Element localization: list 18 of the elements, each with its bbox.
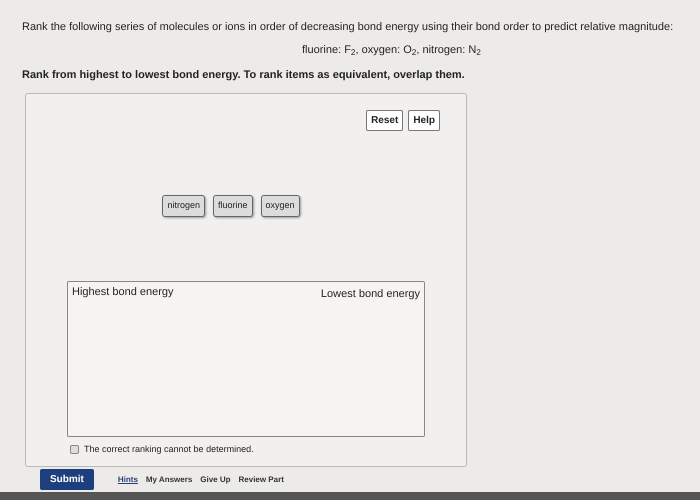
ranking-item-tile[interactable]: fluorine xyxy=(212,195,253,216)
footer-action-link[interactable]: Review Part xyxy=(238,474,284,486)
lowest-label: Lowest bond energy xyxy=(320,286,420,302)
ranking-drop-zone[interactable]: Highest bond energy Lowest bond energy xyxy=(67,280,425,436)
hints-link[interactable]: Hints xyxy=(118,474,138,486)
help-button[interactable]: Help xyxy=(408,110,440,131)
question-prompt: Rank the following series of molecules or ions in order of decreasing bond energy using their bond order to predict relative magnitude: xyxy=(22,20,674,34)
ranking-item-tile[interactable]: nitrogen xyxy=(162,195,205,216)
formula-text: fluorine: F$_{2}$, oxygen: O$_{2}$, nitrogen: N$_{2}$ xyxy=(302,43,482,58)
reset-button[interactable]: Reset xyxy=(366,110,404,131)
cannot-determine-checkbox[interactable] xyxy=(70,444,79,454)
footer-action-link[interactable]: Give Up xyxy=(200,474,231,486)
submit-button[interactable]: Submit xyxy=(40,469,94,490)
cannot-determine-label: The correct ranking cannot be determined. xyxy=(84,442,254,456)
ranking-item-tile[interactable]: oxygen xyxy=(260,195,300,216)
ranking-instruction: Rank from highest to lowest bond energy. To rank items as equivalent, overlap them. xyxy=(22,68,466,82)
highest-label: Highest bond energy xyxy=(72,284,174,300)
footer-action-link[interactable]: My Answers xyxy=(146,474,192,486)
